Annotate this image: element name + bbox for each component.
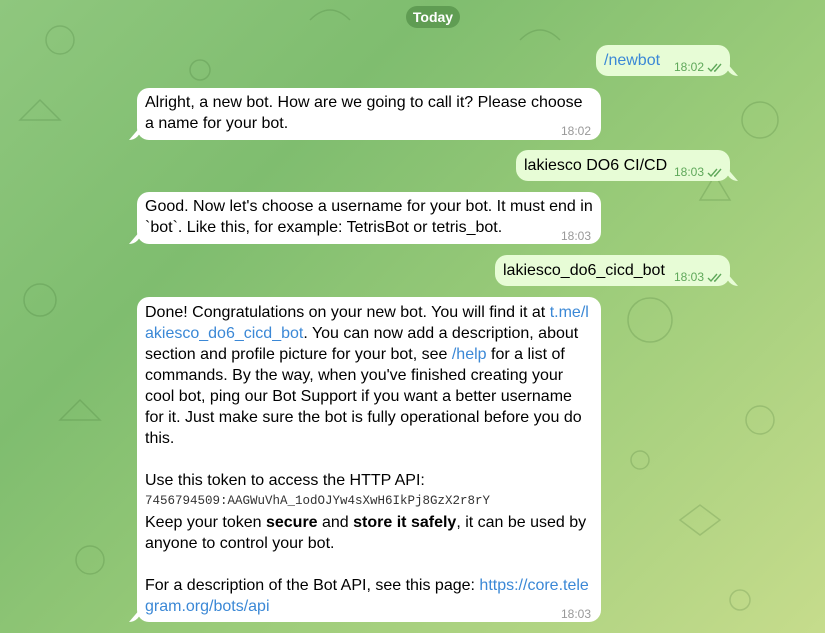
command-link[interactable]: /newbot — [604, 52, 660, 69]
api-token[interactable]: 7456794509:AAGWuVhA_1odOJYw4sXwH6IkPj8Gz… — [145, 491, 593, 512]
message-time: 18:03 — [561, 229, 592, 243]
message-text: Good. Now let's choose a username for yo… — [145, 198, 593, 236]
token-label: Use this token to access the HTTP API: — [145, 472, 425, 489]
bold-text: secure — [265, 514, 318, 531]
message-paragraph: Keep your token secure and store it safe… — [145, 512, 593, 554]
message-text: lakiesco_do6_cicd_bot — [503, 262, 665, 279]
message-time: 18:03 — [674, 270, 705, 284]
double-check-icon — [707, 273, 722, 282]
help-command-link[interactable]: /help — [452, 346, 487, 363]
message-text: and — [317, 514, 354, 531]
message-paragraph: Done! Congratulations on your new bot. Y… — [145, 302, 593, 449]
message-time: 18:02 — [561, 124, 592, 138]
message-text: Keep your token — [145, 514, 266, 531]
date-separator: Today — [406, 6, 460, 28]
outgoing-message[interactable]: /newbot 18:02 — [596, 45, 730, 76]
incoming-message[interactable]: Done! Congratulations on your new bot. Y… — [137, 297, 601, 622]
incoming-message[interactable]: Good. Now let's choose a username for yo… — [137, 192, 601, 244]
bold-text: store it safely — [353, 514, 457, 531]
message-text: Alright, a new bot. How are we going to … — [145, 94, 583, 132]
outgoing-message[interactable]: lakiesco_do6_cicd_bot 18:03 — [495, 255, 730, 286]
message-paragraph: For a description of the Bot API, see th… — [145, 575, 593, 617]
incoming-message[interactable]: Alright, a new bot. How are we going to … — [137, 88, 601, 140]
double-check-icon — [707, 168, 722, 177]
message-time: 18:02 — [674, 60, 705, 74]
message-time: 18:03 — [674, 165, 705, 179]
outgoing-message[interactable]: lakiesco DO6 CI/CD 18:03 — [516, 150, 730, 181]
message-text: Done! Congratulations on your new bot. Y… — [145, 304, 550, 321]
message-text: For a description of the Bot API, see th… — [145, 577, 480, 594]
message-text: lakiesco DO6 CI/CD — [524, 157, 668, 174]
message-meta: 18:03 — [674, 162, 724, 183]
double-check-icon — [707, 63, 722, 72]
message-meta: 18:02 — [674, 57, 724, 78]
message-time: 18:03 — [561, 607, 592, 621]
message-meta: 18:03 — [674, 267, 724, 288]
